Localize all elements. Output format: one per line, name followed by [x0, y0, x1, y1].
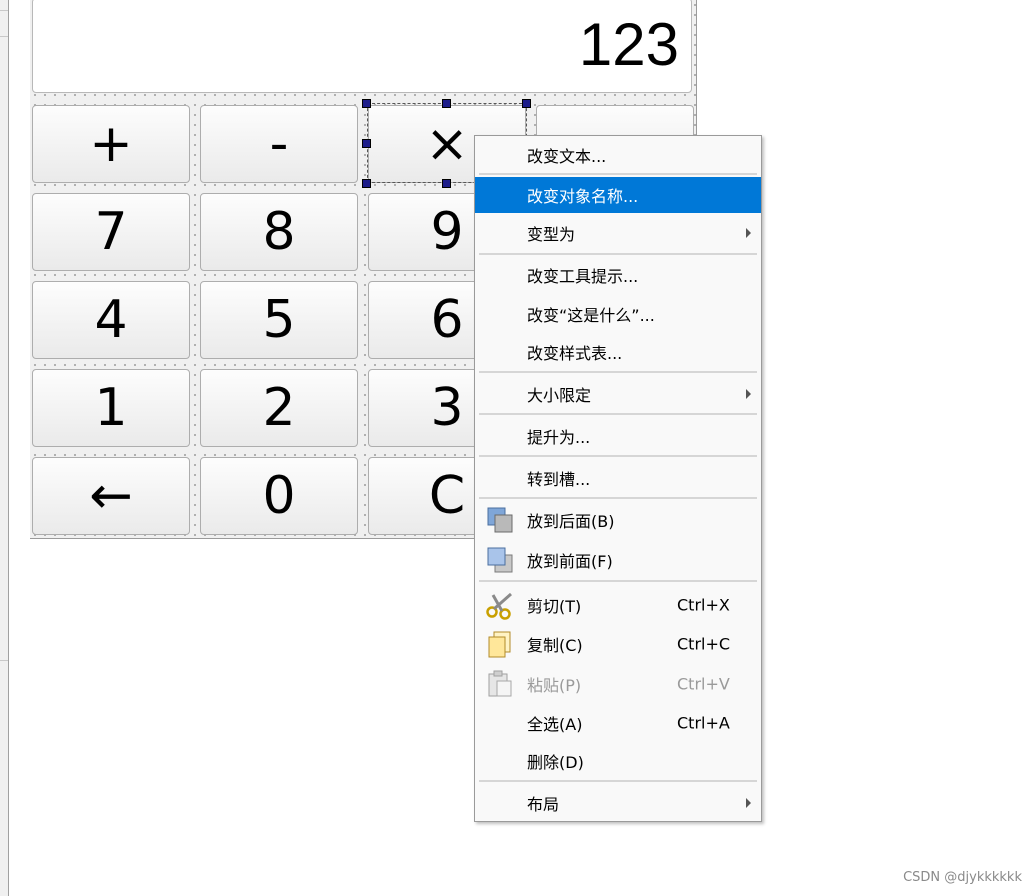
menu-item-send-to-back[interactable]: 放到后面(B)	[475, 502, 761, 538]
left-panel-edge	[0, 0, 9, 896]
panel-edge-mark	[0, 10, 8, 11]
menu-item-delete[interactable]: 删除(D)	[475, 743, 761, 779]
backspace-button[interactable]: ←	[32, 457, 190, 535]
menu-separator	[479, 173, 757, 175]
panel-edge-mark	[0, 660, 8, 661]
menu-item-bring-to-front[interactable]: 放到前面(F)	[475, 542, 761, 578]
copy-icon	[488, 631, 511, 658]
resize-handle[interactable]	[362, 99, 371, 108]
panel-edge-mark	[0, 36, 8, 37]
menu-item-change-tooltip[interactable]: 改变工具提示...	[475, 257, 761, 293]
minus-button[interactable]: -	[200, 105, 358, 183]
menu-separator	[479, 455, 757, 457]
digit-7-button[interactable]: 7	[32, 193, 190, 271]
digit-5-button[interactable]: 5	[200, 281, 358, 359]
menu-separator	[479, 497, 757, 499]
menu-item-change-text[interactable]: 改变文本...	[475, 137, 761, 173]
submenu-arrow-icon	[746, 228, 751, 238]
menu-item-size-constraints[interactable]: 大小限定	[475, 376, 761, 412]
menu-item-paste[interactable]: 粘贴(P) Ctrl+V	[475, 666, 761, 702]
watermark-text: CSDN @djykkkkkk	[903, 870, 1022, 885]
resize-handle[interactable]	[442, 99, 451, 108]
paste-icon	[488, 670, 512, 697]
plus-button[interactable]: +	[32, 105, 190, 183]
menu-item-copy[interactable]: 复制(C) Ctrl+C	[475, 626, 761, 662]
digit-0-button[interactable]: 0	[200, 457, 358, 535]
resize-handle[interactable]	[522, 99, 531, 108]
digit-4-button[interactable]: 4	[32, 281, 190, 359]
scissors-icon	[486, 592, 512, 620]
digit-1-button[interactable]: 1	[32, 369, 190, 447]
bring-to-front-icon	[487, 547, 513, 573]
menu-item-go-to-slot[interactable]: 转到槽...	[475, 460, 761, 496]
resize-handle[interactable]	[442, 179, 451, 188]
calculator-display[interactable]: 123	[32, 0, 692, 93]
digit-2-button[interactable]: 2	[200, 369, 358, 447]
digit-8-button[interactable]: 8	[200, 193, 358, 271]
resize-handle[interactable]	[362, 179, 371, 188]
menu-item-cut[interactable]: 剪切(T) Ctrl+X	[475, 587, 761, 623]
menu-separator	[479, 580, 757, 582]
resize-handle[interactable]	[362, 139, 371, 148]
context-menu: 改变文本... 改变对象名称... 变型为 改变工具提示... 改变“这是什么”…	[474, 135, 762, 822]
menu-item-morph-into[interactable]: 变型为	[475, 215, 761, 251]
menu-item-change-whats-this[interactable]: 改变“这是什么”...	[475, 296, 761, 332]
send-to-back-icon	[487, 507, 513, 533]
menu-separator	[479, 780, 757, 782]
menu-item-change-stylesheet[interactable]: 改变样式表...	[475, 334, 761, 370]
menu-separator	[479, 253, 757, 255]
submenu-arrow-icon	[746, 389, 751, 399]
menu-item-promote-to[interactable]: 提升为...	[475, 418, 761, 454]
menu-separator	[479, 371, 757, 373]
menu-item-change-object-name[interactable]: 改变对象名称...	[475, 177, 761, 213]
submenu-arrow-icon	[746, 798, 751, 808]
menu-separator	[479, 413, 757, 415]
menu-item-layout[interactable]: 布局	[475, 785, 761, 821]
menu-item-select-all[interactable]: 全选(A) Ctrl+A	[475, 705, 761, 741]
